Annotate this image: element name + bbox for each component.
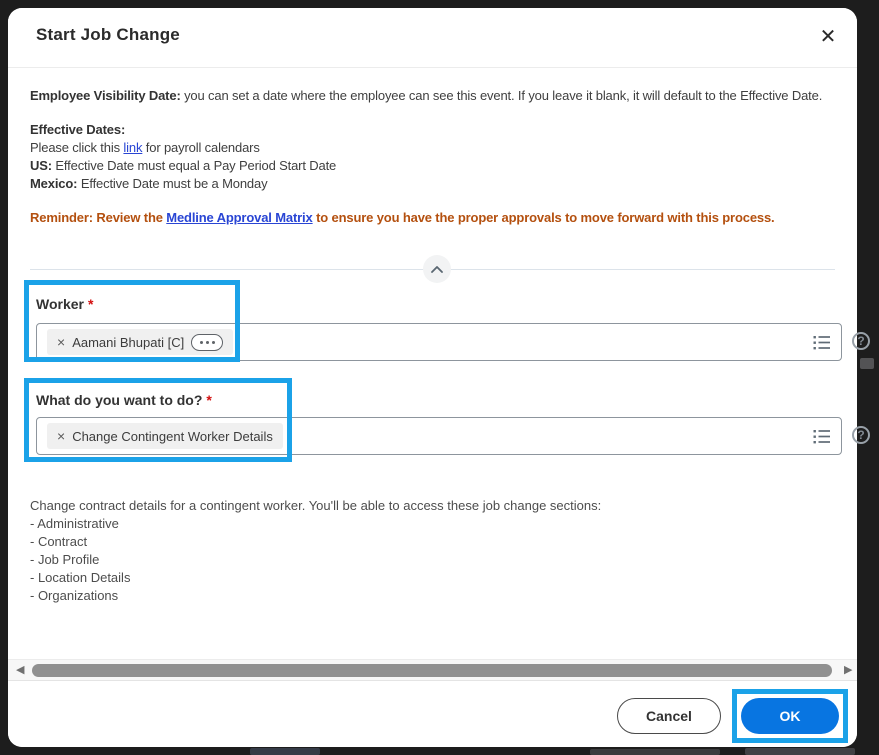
description-item: - Contract: [30, 534, 88, 549]
scroll-left-icon[interactable]: ◀: [16, 663, 24, 676]
medline-approval-matrix-link[interactable]: Medline Approval Matrix: [166, 210, 312, 225]
payroll-line-before: Please click this: [30, 140, 124, 155]
effective-dates-heading: Effective Dates:: [30, 122, 126, 137]
backdrop-artifact: [860, 358, 874, 369]
payroll-line: Please click this link for payroll calen…: [30, 140, 260, 155]
action-input[interactable]: × Change Contingent Worker Details: [36, 417, 842, 455]
payroll-line-after: for payroll calendars: [142, 140, 260, 155]
required-asterisk: *: [87, 296, 94, 312]
visibility-notice-label: Employee Visibility Date:: [30, 88, 181, 103]
visibility-notice: Employee Visibility Date: you can set a …: [30, 88, 822, 103]
worker-selected-tag: × Aamani Bhupati [C]: [47, 329, 234, 355]
payroll-calendars-link[interactable]: link: [123, 140, 142, 155]
worker-input[interactable]: × Aamani Bhupati [C]: [36, 323, 842, 361]
prompt-list-icon[interactable]: [813, 429, 831, 449]
collapse-section-button[interactable]: [423, 255, 451, 283]
remove-tag-icon[interactable]: ×: [57, 335, 65, 349]
description-item: - Organizations: [30, 588, 119, 603]
mexico-rule-text: Effective Date must be a Monday: [77, 176, 268, 191]
action-tag-label: Change Contingent Worker Details: [72, 428, 273, 444]
mexico-rule-label: Mexico:: [30, 176, 78, 191]
description-item: - Location Details: [30, 570, 131, 585]
dialog-title: Start Job Change: [36, 25, 180, 44]
reminder-after: to ensure you have the proper approvals …: [312, 210, 775, 225]
backdrop-artifact: [590, 749, 720, 755]
us-rule-line: US: Effective Date must equal a Pay Peri…: [30, 158, 336, 173]
action-selected-tag: × Change Contingent Worker Details: [47, 423, 283, 449]
description-intro: Change contract details for a contingent…: [30, 498, 602, 513]
description-item: - Job Profile: [30, 552, 100, 567]
start-job-change-dialog: Start Job Change ✕ Employee Visibility D…: [8, 8, 870, 747]
related-actions-icon[interactable]: [191, 333, 224, 351]
remove-tag-icon[interactable]: ×: [57, 429, 65, 443]
reminder-line: Reminder: Review the Medline Approval Ma…: [30, 210, 775, 225]
prompt-list-icon[interactable]: [813, 335, 831, 355]
reminder-before: Reminder: Review the: [30, 210, 167, 225]
visibility-notice-text: you can set a date where the employee ca…: [180, 88, 823, 103]
worker-tag-label: Aamani Bhupati [C]: [72, 334, 185, 350]
us-rule-label: US:: [30, 158, 52, 173]
scroll-right-icon[interactable]: ▶: [844, 663, 852, 676]
dialog-footer: Cancel OK: [8, 681, 857, 747]
us-rule-text: Effective Date must equal a Pay Period S…: [51, 158, 337, 173]
backdrop-artifact: [745, 748, 855, 755]
action-help-icon[interactable]: ?: [852, 426, 870, 444]
action-label-text: What do you want to do?: [36, 392, 203, 408]
close-icon[interactable]: ✕: [813, 22, 843, 52]
ok-button[interactable]: OK: [741, 698, 839, 734]
cancel-button[interactable]: Cancel: [617, 698, 721, 734]
action-description: Change contract details for a contingent…: [30, 497, 601, 605]
chevron-up-icon: [431, 265, 443, 273]
scrollbar-thumb[interactable]: [32, 664, 832, 677]
mexico-rule-line: Mexico: Effective Date must be a Monday: [30, 176, 268, 191]
horizontal-scrollbar[interactable]: ◀ ▶: [8, 659, 857, 681]
worker-field-label: Worker *: [36, 296, 93, 312]
worker-label-text: Worker: [36, 296, 84, 312]
worker-help-icon[interactable]: ?: [852, 332, 870, 350]
backdrop-artifact: [250, 748, 320, 755]
required-asterisk: *: [206, 392, 212, 408]
description-item: - Administrative: [30, 516, 119, 531]
action-field-label: What do you want to do? *: [36, 392, 212, 408]
dialog-header: Start Job Change ✕: [8, 8, 857, 68]
